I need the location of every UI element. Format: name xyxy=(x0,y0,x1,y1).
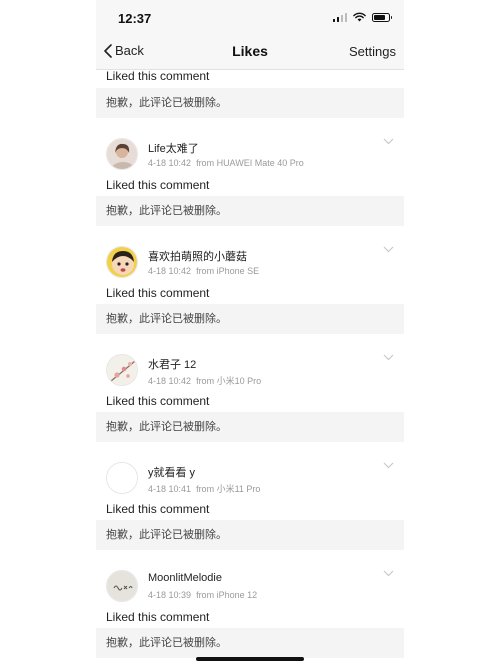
blank-avatar-icon[interactable] xyxy=(106,462,138,494)
blossom-icon[interactable] xyxy=(106,354,138,386)
chevron-down-icon[interactable] xyxy=(383,246,394,253)
liked-text: Liked this comment xyxy=(106,610,210,624)
phone-screen: 12:37 Back Likes Settings Liked this com… xyxy=(96,0,404,667)
navigation-bar: Back Likes Settings xyxy=(96,36,404,70)
liked-text: Liked this comment xyxy=(106,178,210,192)
deleted-comment-quote[interactable]: 抱歉，此评论已被删除。 xyxy=(96,412,404,442)
timestamp-source: 4-18 10:41 from 小米11 Pro xyxy=(148,484,261,494)
like-card: 喜欢拍萌照的小蘑菇 4-18 10:42 from iPhone SE Like… xyxy=(96,234,404,342)
timestamp-source: 4-18 10:39 from iPhone 12 xyxy=(148,590,258,600)
timestamp-source: 4-18 10:42 from HUAWEI Mate 40 Pro xyxy=(148,158,304,168)
username[interactable]: Life太难了 xyxy=(148,140,199,156)
woman-portrait-icon[interactable] xyxy=(106,138,138,170)
deleted-comment-quote[interactable]: 抱歉，此评论已被删除。 xyxy=(96,520,404,550)
username[interactable]: 喜欢拍萌照的小蘑菇 xyxy=(148,248,247,264)
deleted-comment-quote[interactable]: 抱歉，此评论已被删除。 xyxy=(96,628,404,658)
chevron-down-icon[interactable] xyxy=(383,462,394,469)
liked-text: Liked this comment xyxy=(106,394,210,408)
liked-text: Liked this comment xyxy=(106,69,210,83)
handwriting-avatar-icon[interactable] xyxy=(106,570,138,602)
username[interactable]: MoonlitMelodie xyxy=(148,572,222,584)
like-card: y就看看 y 4-18 10:41 from 小米11 Pro Liked th… xyxy=(96,450,404,558)
chevron-down-icon[interactable] xyxy=(383,354,394,361)
chevron-down-icon[interactable] xyxy=(383,570,394,577)
cellular-signal-icon xyxy=(332,12,347,22)
battery-icon xyxy=(372,12,392,22)
settings-button[interactable]: Settings xyxy=(349,44,396,59)
liked-text: Liked this comment xyxy=(106,502,210,516)
deleted-comment-quote[interactable]: 抱歉，此评论已被删除。 xyxy=(96,304,404,334)
timestamp-source: 4-18 10:42 from iPhone SE xyxy=(148,266,260,276)
deleted-comment-quote[interactable]: 抱歉，此评论已被删除。 xyxy=(96,196,404,226)
liked-text: Liked this comment xyxy=(106,286,210,300)
like-card-partial: Liked this comment 抱歉，此评论已被删除。 xyxy=(96,69,404,126)
wifi-icon xyxy=(353,12,366,22)
status-time: 12:37 xyxy=(118,11,152,26)
username[interactable]: y就看看 y xyxy=(148,464,195,480)
timestamp-source: 4-18 10:42 from 小米10 Pro xyxy=(148,376,262,386)
cartoon-child-icon[interactable] xyxy=(106,246,138,278)
username[interactable]: 水君子 12 xyxy=(148,356,196,372)
deleted-comment-quote[interactable]: 抱歉，此评论已被删除。 xyxy=(96,88,404,118)
status-icons xyxy=(332,12,392,22)
chevron-down-icon[interactable] xyxy=(383,138,394,145)
status-bar: 12:37 xyxy=(96,0,404,36)
like-card: MoonlitMelodie 4-18 10:39 from iPhone 12… xyxy=(96,558,404,667)
home-indicator[interactable] xyxy=(196,657,304,661)
like-card: Life太难了 4-18 10:42 from HUAWEI Mate 40 P… xyxy=(96,126,404,234)
like-card: 水君子 12 4-18 10:42 from 小米10 Pro Liked th… xyxy=(96,342,404,450)
